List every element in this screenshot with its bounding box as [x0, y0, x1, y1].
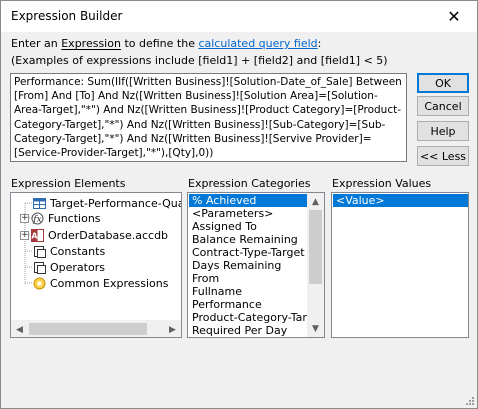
expression-categories-list[interactable]: % Achieved <Parameters> Assigned To Bala…: [187, 192, 325, 338]
tree-item-label: Functions: [48, 211, 101, 225]
value-item[interactable]: <Value>: [333, 194, 468, 207]
intro-suffix: :: [317, 37, 322, 50]
tree-item-label: Operators: [50, 260, 105, 274]
svg-text:A: A: [31, 231, 38, 240]
tree-item-label: Common Expressions: [50, 276, 169, 290]
expand-icon[interactable]: +: [20, 230, 29, 240]
scroll-right-icon[interactable]: ▶: [164, 321, 181, 337]
tree-item-label: Constants: [50, 244, 106, 258]
calculated-query-field-link[interactable]: calculated query field: [198, 37, 317, 50]
categories-items: % Achieved <Parameters> Assigned To Bala…: [189, 194, 320, 337]
expression-input[interactable]: Performance: Sum(IIf([Written Business]!…: [10, 73, 407, 162]
category-item[interactable]: % Achieved: [189, 194, 308, 207]
scroll-down-icon[interactable]: ▼: [307, 320, 324, 337]
scroll-up-icon[interactable]: ▲: [307, 193, 324, 210]
operators-icon: [33, 261, 46, 274]
function-icon: fx: [31, 212, 44, 225]
examples-text: (Examples of expressions include [field1…: [11, 54, 388, 67]
categories-vertical-scrollbar[interactable]: ▲ ▼: [307, 193, 324, 337]
values-items: <Value>: [333, 194, 468, 207]
close-icon: ✕: [447, 7, 461, 26]
constants-icon: [33, 245, 46, 258]
query-icon: [33, 197, 46, 210]
expression-categories-label: Expression Categories: [188, 177, 311, 190]
tree-item-label: Target-Performance-Quan: [50, 196, 182, 210]
category-item[interactable]: Performance: [189, 298, 308, 311]
tree-item-functions[interactable]: + fx Functions: [20, 210, 101, 226]
expression-elements-tree[interactable]: Target-Performance-Quan + fx Functions +…: [10, 192, 182, 338]
svg-text:fx: fx: [32, 215, 41, 225]
common-expressions-icon: [33, 277, 46, 290]
expression-builder-dialog: Expression Builder ✕ Enter an Expression…: [0, 0, 478, 409]
expression-values-label: Expression Values: [332, 177, 432, 190]
less-button[interactable]: << Less: [417, 146, 469, 166]
database-icon: A: [31, 228, 44, 242]
tree-item-target-performance[interactable]: Target-Performance-Quan: [33, 195, 182, 211]
category-item[interactable]: <Parameters>: [189, 207, 308, 220]
expression-elements-label: Expression Elements: [11, 177, 126, 190]
resize-grip-icon[interactable]: [463, 394, 475, 406]
dialog-title: Expression Builder: [11, 9, 123, 23]
help-button[interactable]: Help: [417, 121, 469, 141]
intro-text: Enter an Expression to define the calcul…: [11, 37, 321, 50]
category-item[interactable]: Fullname: [189, 285, 308, 298]
category-item[interactable]: From: [189, 272, 308, 285]
intro-expression-word: Expression: [61, 37, 121, 50]
scroll-thumb[interactable]: [29, 323, 147, 335]
tree-item-constants[interactable]: Constants: [33, 243, 105, 259]
category-item[interactable]: Assigned To: [189, 220, 308, 233]
category-item[interactable]: Balance Remaining: [189, 233, 308, 246]
tree-item-operators[interactable]: Operators: [33, 259, 105, 275]
expand-icon[interactable]: +: [20, 213, 29, 223]
title-bar: Expression Builder ✕: [1, 1, 477, 32]
category-item[interactable]: Required Per Day: [189, 324, 308, 337]
category-item[interactable]: Product-Category-Targe: [189, 311, 320, 324]
ok-button[interactable]: OK: [417, 73, 469, 93]
category-item[interactable]: Days Remaining: [189, 259, 308, 272]
tree-item-common-expressions[interactable]: Common Expressions: [33, 275, 168, 291]
elements-horizontal-scrollbar[interactable]: ◀ ▶: [11, 320, 181, 337]
tree-item-label: OrderDatabase.accdb: [48, 228, 169, 242]
category-item[interactable]: Contract-Type-Target: [189, 246, 308, 259]
cancel-button[interactable]: Cancel: [417, 96, 469, 116]
intro-middle: to define the: [120, 37, 199, 50]
intro-prefix: Enter an: [11, 37, 62, 50]
tree-item-database[interactable]: + A OrderDatabase.accdb: [20, 227, 168, 243]
scroll-left-icon[interactable]: ◀: [11, 321, 28, 337]
scroll-thumb[interactable]: [309, 210, 322, 284]
close-button[interactable]: ✕: [431, 1, 477, 32]
expression-values-list[interactable]: <Value>: [331, 192, 469, 338]
